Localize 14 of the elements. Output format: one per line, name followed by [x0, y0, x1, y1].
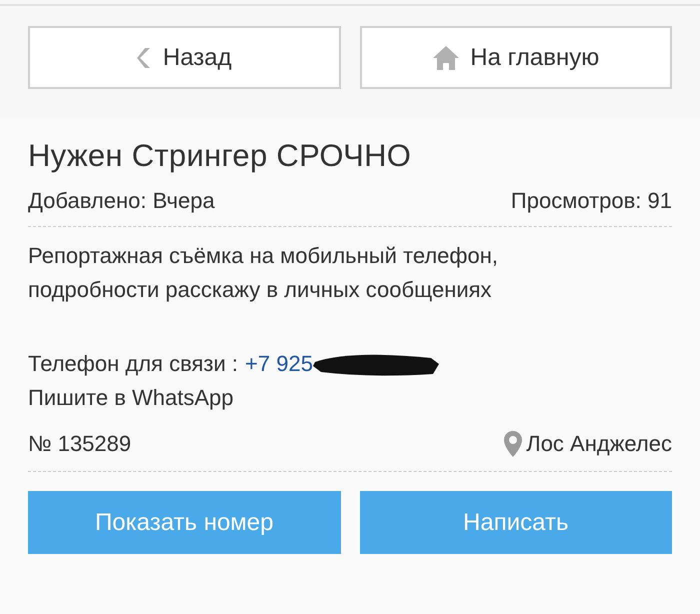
- view-count: Просмотров: 91: [510, 187, 672, 215]
- added-date: Добавлено: Вчера: [28, 187, 215, 215]
- location-text: Лос Анджелес: [526, 430, 672, 458]
- listing-number: № 135289: [28, 430, 132, 458]
- listing-description: Репортажная съёмка на мобильный телефон, подробности расскажу в личных сообщениях: [28, 242, 500, 304]
- location-pin-icon: [503, 430, 524, 458]
- chevron-left-icon: [136, 46, 153, 68]
- phone-link[interactable]: +7 925: [245, 347, 313, 381]
- listing-title: Нужен Стрингер СРОЧНО: [28, 137, 412, 175]
- phone-label: Телефон для связи :: [28, 350, 238, 378]
- back-button[interactable]: Назад: [28, 26, 340, 89]
- home-button[interactable]: На главную: [360, 26, 672, 89]
- contact-note: Пишите в WhatsApp: [28, 384, 235, 412]
- home-icon: [432, 44, 460, 70]
